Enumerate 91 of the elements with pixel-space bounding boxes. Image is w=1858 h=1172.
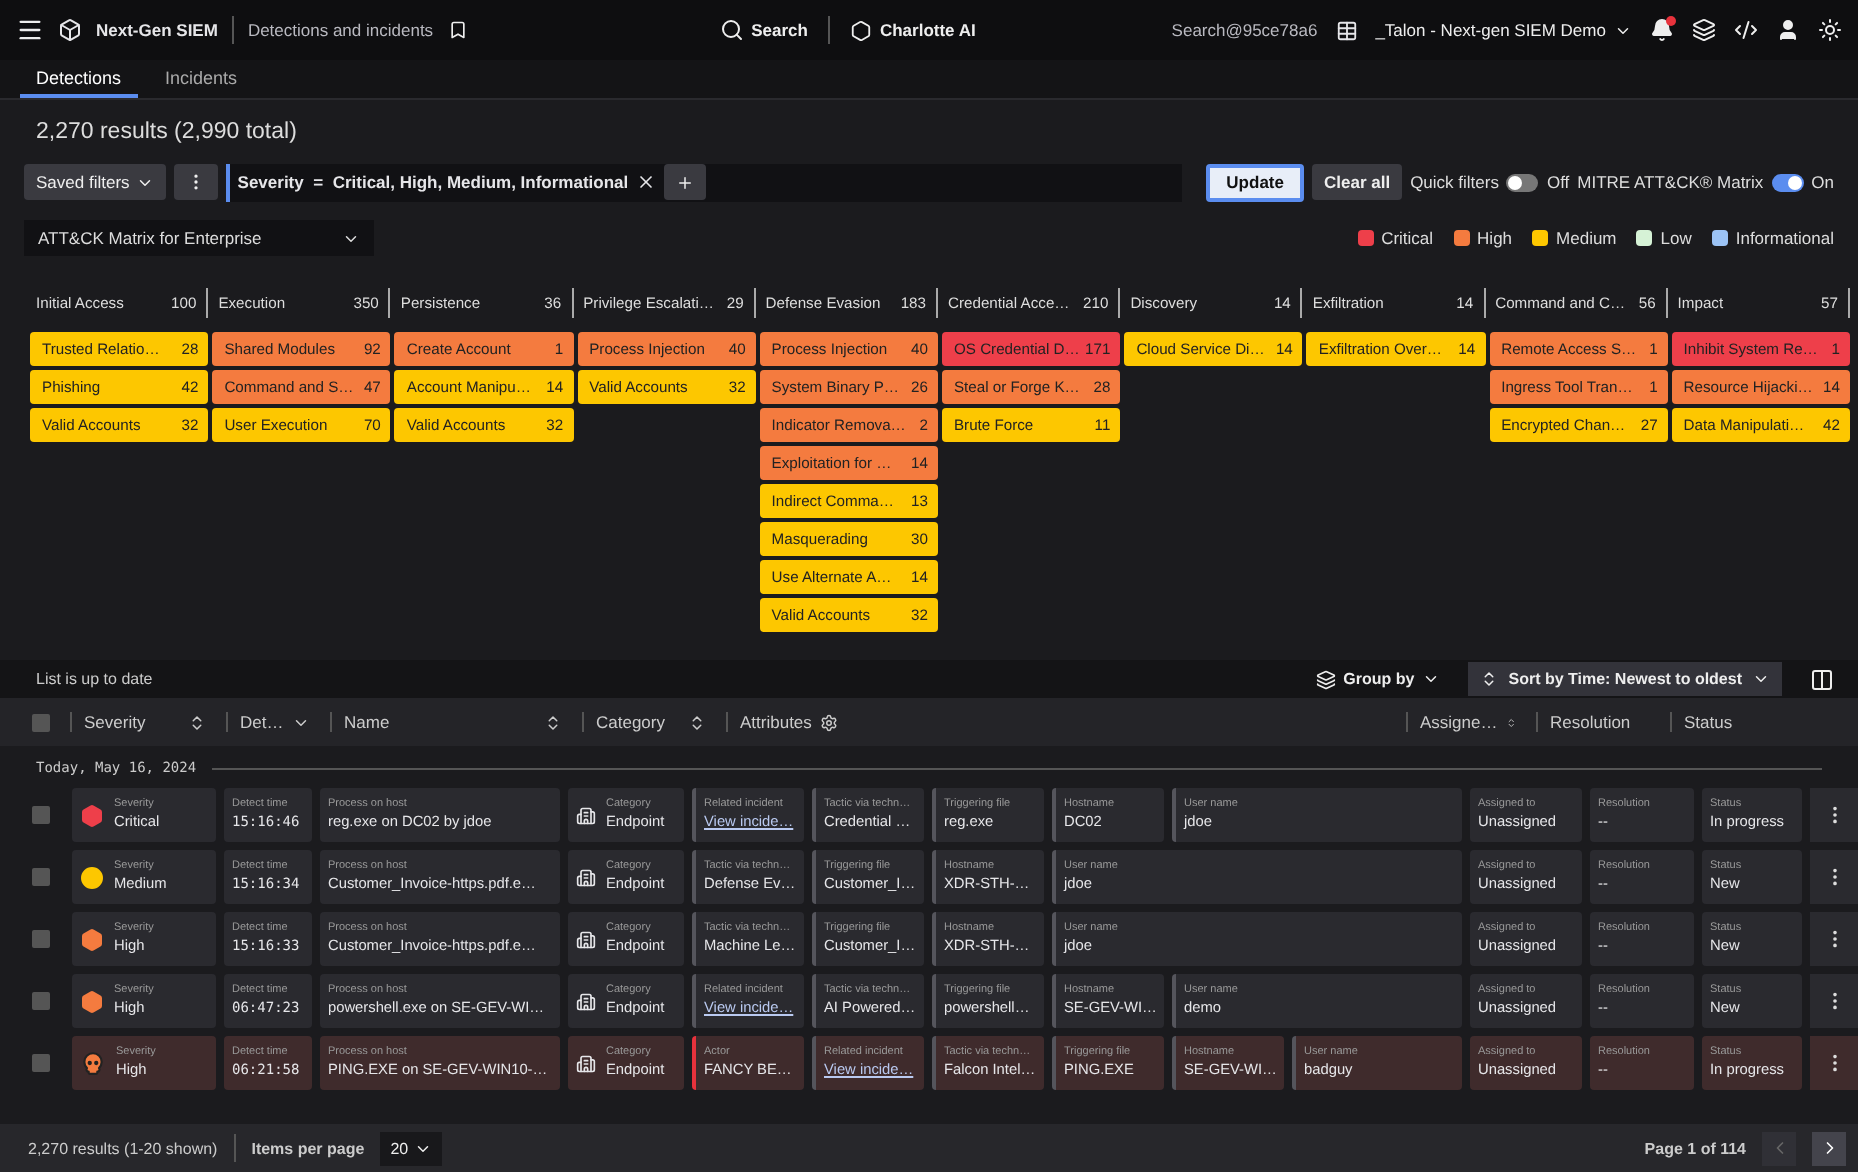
column-header[interactable]: Resolution [1536, 712, 1662, 732]
toggle-label: MITRE ATT&CK® Matrix [1577, 172, 1764, 192]
search-icon [719, 18, 744, 42]
row-checkbox[interactable] [32, 868, 50, 886]
legend-label: Informational [1735, 228, 1834, 248]
tab[interactable]: Detections [20, 60, 138, 98]
sort-icon [688, 713, 706, 731]
add-filter-button[interactable] [664, 164, 707, 200]
hexagon-icon [80, 989, 104, 1013]
legend-label: Medium [1556, 228, 1617, 248]
filter-field[interactable]: Severity = Critical, High, Medium, Informational [225, 163, 1183, 201]
legend-label: Low [1660, 228, 1692, 248]
legend-label: Critical [1381, 228, 1434, 248]
tenant-selector[interactable]: _Talon - Next-gen SIEM Demo [1375, 20, 1632, 40]
circle-icon [80, 865, 104, 889]
code-icon [1733, 18, 1758, 42]
menu-button[interactable] [16, 16, 44, 44]
theme-button[interactable] [1817, 18, 1842, 42]
code-button[interactable] [1733, 18, 1758, 42]
product-name: Next-Gen SIEM [96, 20, 218, 40]
hexagon-icon [80, 927, 104, 951]
hexagon-icon [849, 19, 872, 41]
results-count: 2,270 results (2,990 total) [34, 118, 299, 148]
sort-button[interactable]: Sort by Time: Newest to oldest [1468, 662, 1782, 696]
page-indicator: Page 1 of 114 [1644, 1139, 1746, 1157]
notifications-button[interactable] [1649, 18, 1674, 42]
select-all-checkbox[interactable] [32, 713, 50, 731]
sort-icon [1505, 713, 1516, 731]
settings-icon [819, 713, 838, 731]
tab[interactable]: Incidents [149, 60, 254, 98]
clear-all-button[interactable]: Clear all [1311, 164, 1403, 200]
building-icon [576, 1053, 596, 1073]
list-status: List is up to date [36, 670, 153, 688]
per-page-select[interactable]: 20 [380, 1131, 443, 1165]
building-icon [576, 929, 596, 949]
column-header[interactable]: Category [582, 712, 718, 732]
layers-icon [1315, 669, 1336, 689]
columns-icon [1810, 667, 1834, 691]
row-checkbox[interactable] [32, 992, 50, 1010]
chevron-down-icon [1752, 670, 1770, 688]
user-icon [1775, 18, 1800, 42]
layers-button[interactable] [1691, 18, 1716, 42]
toggle-state: On [1811, 172, 1834, 192]
skull-icon [80, 1050, 106, 1076]
matrix-select[interactable]: ATT&CK Matrix for Enterprise [24, 220, 374, 256]
bookmark-button[interactable] [447, 20, 468, 40]
row-checkbox[interactable] [32, 1054, 50, 1072]
saved-filters-button[interactable]: Saved filters [24, 164, 166, 200]
results-shown: 2,270 results (1-20 shown) [28, 1139, 218, 1157]
column-header[interactable]: Attributes [726, 712, 1398, 732]
chevron-down-icon [1422, 670, 1441, 688]
page-title: Detections and incidents [247, 20, 434, 40]
toggle-switch[interactable] [1771, 173, 1804, 191]
user-button[interactable] [1775, 18, 1800, 42]
toggle-label: Quick filters [1410, 172, 1499, 192]
sun-icon [1817, 18, 1842, 42]
toggle-state: Off [1546, 172, 1570, 192]
row-checkbox[interactable] [32, 930, 50, 948]
close-icon[interactable] [636, 172, 657, 192]
notification-dot [1665, 16, 1676, 26]
layers-icon [1691, 18, 1716, 42]
search-id: Search@95ce78a6 [1171, 20, 1318, 40]
group-by-button[interactable]: Group by [1303, 667, 1453, 691]
search-button[interactable]: Search [719, 18, 808, 42]
building-icon [576, 991, 596, 1011]
sort-icon [188, 713, 206, 731]
update-button[interactable]: Update [1206, 163, 1304, 201]
menu-icon [16, 16, 44, 44]
column-header[interactable]: Assigne… [1406, 712, 1528, 732]
sort-icon [1480, 670, 1499, 688]
hexagon-icon [80, 803, 104, 827]
row-checkbox[interactable] [32, 806, 50, 824]
legend-label: High [1477, 228, 1513, 248]
building-icon [576, 867, 596, 887]
table-icon [1335, 19, 1358, 41]
assistant-button[interactable]: Charlotte AI [849, 19, 976, 41]
sort-icon [544, 713, 562, 731]
bell-icon [1649, 18, 1674, 42]
column-header[interactable]: Name [330, 712, 574, 732]
column-header[interactable]: Severity [70, 712, 218, 732]
column-header[interactable]: Det… [226, 712, 322, 732]
bookmark-icon [447, 20, 468, 40]
cube-icon [58, 18, 82, 42]
column-header[interactable]: Status [1670, 712, 1834, 732]
toggle-switch[interactable] [1506, 173, 1539, 191]
more-button[interactable] [173, 164, 218, 200]
filter-chip[interactable]: Severity = Critical, High, Medium, Informational [237, 172, 629, 192]
plus-icon [676, 173, 695, 191]
per-page-label: Items per page [251, 1139, 365, 1157]
building-icon [576, 805, 596, 825]
next-page-button[interactable] [1812, 1131, 1846, 1165]
